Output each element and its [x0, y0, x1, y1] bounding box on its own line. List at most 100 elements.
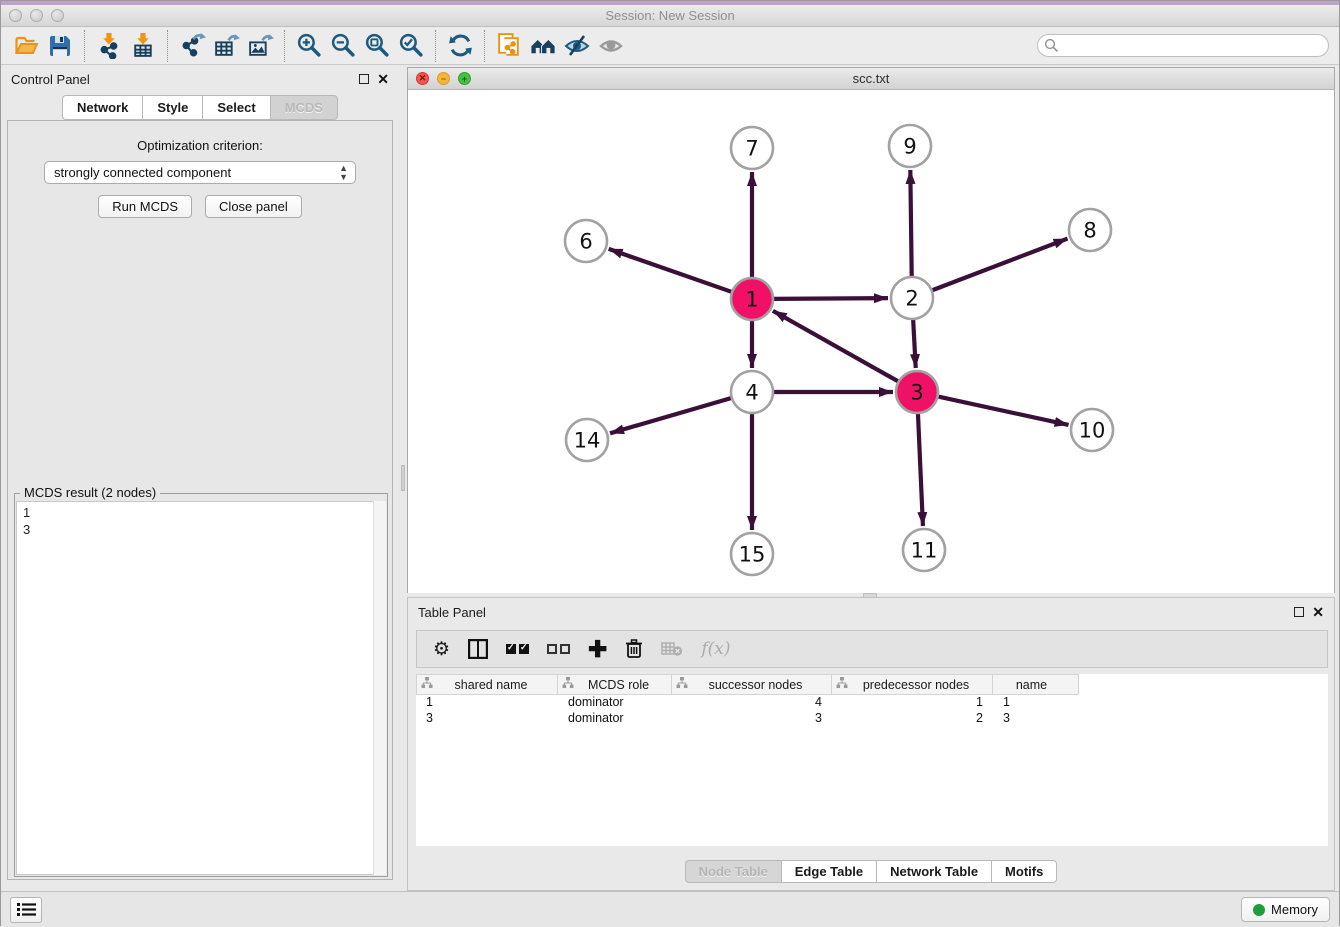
toolbar-separator: [84, 30, 85, 62]
table-cell[interactable]: dominator: [558, 695, 672, 711]
graph-node-label: 3: [910, 381, 923, 405]
column-header-label: successor nodes: [688, 678, 831, 692]
columns-icon[interactable]: [468, 639, 488, 659]
unselect-all-icon[interactable]: [547, 644, 570, 654]
export-table-icon: [213, 32, 240, 59]
tab-select[interactable]: Select: [202, 95, 269, 120]
zoom-fit-button[interactable]: [360, 30, 394, 62]
open-session-button[interactable]: [9, 30, 43, 62]
column-header-shared-name[interactable]: shared name: [416, 674, 558, 695]
table-cell[interactable]: 1: [832, 695, 993, 711]
graph-edge-3-11[interactable]: [918, 413, 923, 526]
close-panel-icon[interactable]: ✕: [377, 74, 389, 84]
graph-edge-2-3[interactable]: [913, 319, 916, 368]
network-window: ✕ − + scc.txt 7968124314101511: [407, 67, 1335, 593]
houses-button[interactable]: [526, 30, 560, 62]
mcds-result-line: 1: [23, 504, 379, 521]
gear-icon[interactable]: ⚙: [433, 638, 450, 661]
refresh-layout-button[interactable]: [443, 30, 477, 62]
save-session-button[interactable]: [43, 30, 77, 62]
result-scrollbar[interactable]: [373, 501, 386, 875]
graph-edge-4-14[interactable]: [610, 398, 732, 433]
open-session-icon: [13, 33, 40, 59]
search-input[interactable]: [1037, 34, 1329, 57]
divider-handle[interactable]: [401, 465, 405, 491]
column-header-successor-nodes[interactable]: successor nodes: [672, 674, 832, 695]
table-cell[interactable]: 1: [416, 695, 558, 711]
table-cell[interactable]: dominator: [558, 711, 672, 727]
table-cell[interactable]: 3: [672, 711, 832, 727]
export-image-button[interactable]: [243, 30, 277, 62]
column-attribute-icon: [836, 677, 848, 692]
graph-node-label: 9: [903, 135, 916, 159]
toolbar-separator: [484, 30, 485, 62]
graph-edge-2-9[interactable]: [910, 170, 911, 277]
tab-edge-table[interactable]: Edge Table: [781, 860, 876, 883]
graph-node-label: 7: [745, 137, 758, 161]
import-table-button[interactable]: [126, 30, 160, 62]
select-all-icon[interactable]: [506, 644, 529, 654]
zoom-in-button[interactable]: [292, 30, 326, 62]
tab-network[interactable]: Network: [62, 95, 142, 120]
column-header-label: MCDS role: [574, 678, 671, 692]
table-cell[interactable]: 4: [672, 695, 832, 711]
eye-slash-button[interactable]: [560, 30, 594, 62]
trash-icon[interactable]: [625, 639, 643, 659]
float-panel-icon[interactable]: [1294, 607, 1304, 617]
export-network-button[interactable]: [175, 30, 209, 62]
column-header-predecessor-nodes[interactable]: predecessor nodes: [832, 674, 993, 695]
export-table-button[interactable]: [209, 30, 243, 62]
add-icon[interactable]: ✚: [588, 640, 607, 658]
tab-motifs[interactable]: Motifs: [991, 860, 1057, 883]
column-header-MCDS-role[interactable]: MCDS role: [558, 674, 672, 695]
criterion-select[interactable]: strongly connected component ▲▼: [44, 161, 356, 184]
graph-node-label: 8: [1083, 219, 1096, 243]
column-header-name[interactable]: name: [993, 674, 1079, 695]
table-header-row: shared name MCDS role successor nodes prede…: [416, 674, 1328, 695]
graph-edge-1-2[interactable]: [773, 298, 888, 299]
save-session-icon: [47, 33, 73, 59]
tab-node-table[interactable]: Node Table: [685, 860, 781, 883]
close-panel-button[interactable]: Close panel: [205, 195, 302, 218]
duplicate-network-button[interactable]: [492, 30, 526, 62]
task-history-button[interactable]: [10, 897, 42, 923]
table-cell[interactable]: 1: [993, 695, 1079, 711]
table-row[interactable]: 3dominator323: [416, 711, 1328, 727]
network-canvas[interactable]: 7968124314101511: [408, 90, 1334, 593]
graph-node-label: 14: [574, 429, 601, 453]
network-window-title: scc.txt: [408, 71, 1334, 86]
table-tabs: Node TableEdge TableNetwork TableMotifs: [408, 860, 1334, 883]
table-cell[interactable]: 3: [416, 711, 558, 727]
column-attribute-icon: [562, 677, 574, 692]
tab-network-table[interactable]: Network Table: [876, 860, 991, 883]
column-header-label: predecessor nodes: [848, 678, 992, 692]
panel-divider[interactable]: [399, 65, 407, 891]
memory-button[interactable]: Memory: [1241, 897, 1330, 922]
control-panel-title: Control Panel: [11, 72, 90, 87]
table-row[interactable]: 1dominator411: [416, 695, 1328, 711]
close-panel-icon[interactable]: ✕: [1312, 607, 1324, 617]
import-network-button[interactable]: [92, 30, 126, 62]
main-toolbar: [1, 27, 1339, 65]
tab-style[interactable]: Style: [142, 95, 202, 120]
mcds-result-list[interactable]: 13: [16, 501, 386, 875]
zoom-out-button[interactable]: [326, 30, 360, 62]
table-cell[interactable]: 2: [832, 711, 993, 727]
memory-label: Memory: [1271, 902, 1318, 917]
memory-status-icon: [1253, 904, 1265, 916]
graph-node-label: 6: [579, 230, 592, 254]
toolbar-separator: [435, 30, 436, 62]
zoom-selected-button[interactable]: [394, 30, 428, 62]
graph-edge-3-1[interactable]: [773, 311, 899, 382]
run-mcds-button[interactable]: Run MCDS: [98, 195, 192, 218]
eye-button[interactable]: [594, 30, 628, 62]
tab-mcds[interactable]: MCDS: [270, 95, 338, 120]
float-panel-icon[interactable]: [359, 74, 369, 84]
houses-icon: [529, 33, 558, 59]
graph-edge-3-10[interactable]: [938, 396, 1069, 424]
graph-node-label: 10: [1079, 419, 1106, 443]
table-cell[interactable]: 3: [993, 711, 1079, 727]
graph-edge-1-6[interactable]: [609, 249, 733, 292]
graph-edge-2-8[interactable]: [932, 239, 1068, 291]
table-toolbar: ⚙ ✚: [416, 630, 1328, 668]
